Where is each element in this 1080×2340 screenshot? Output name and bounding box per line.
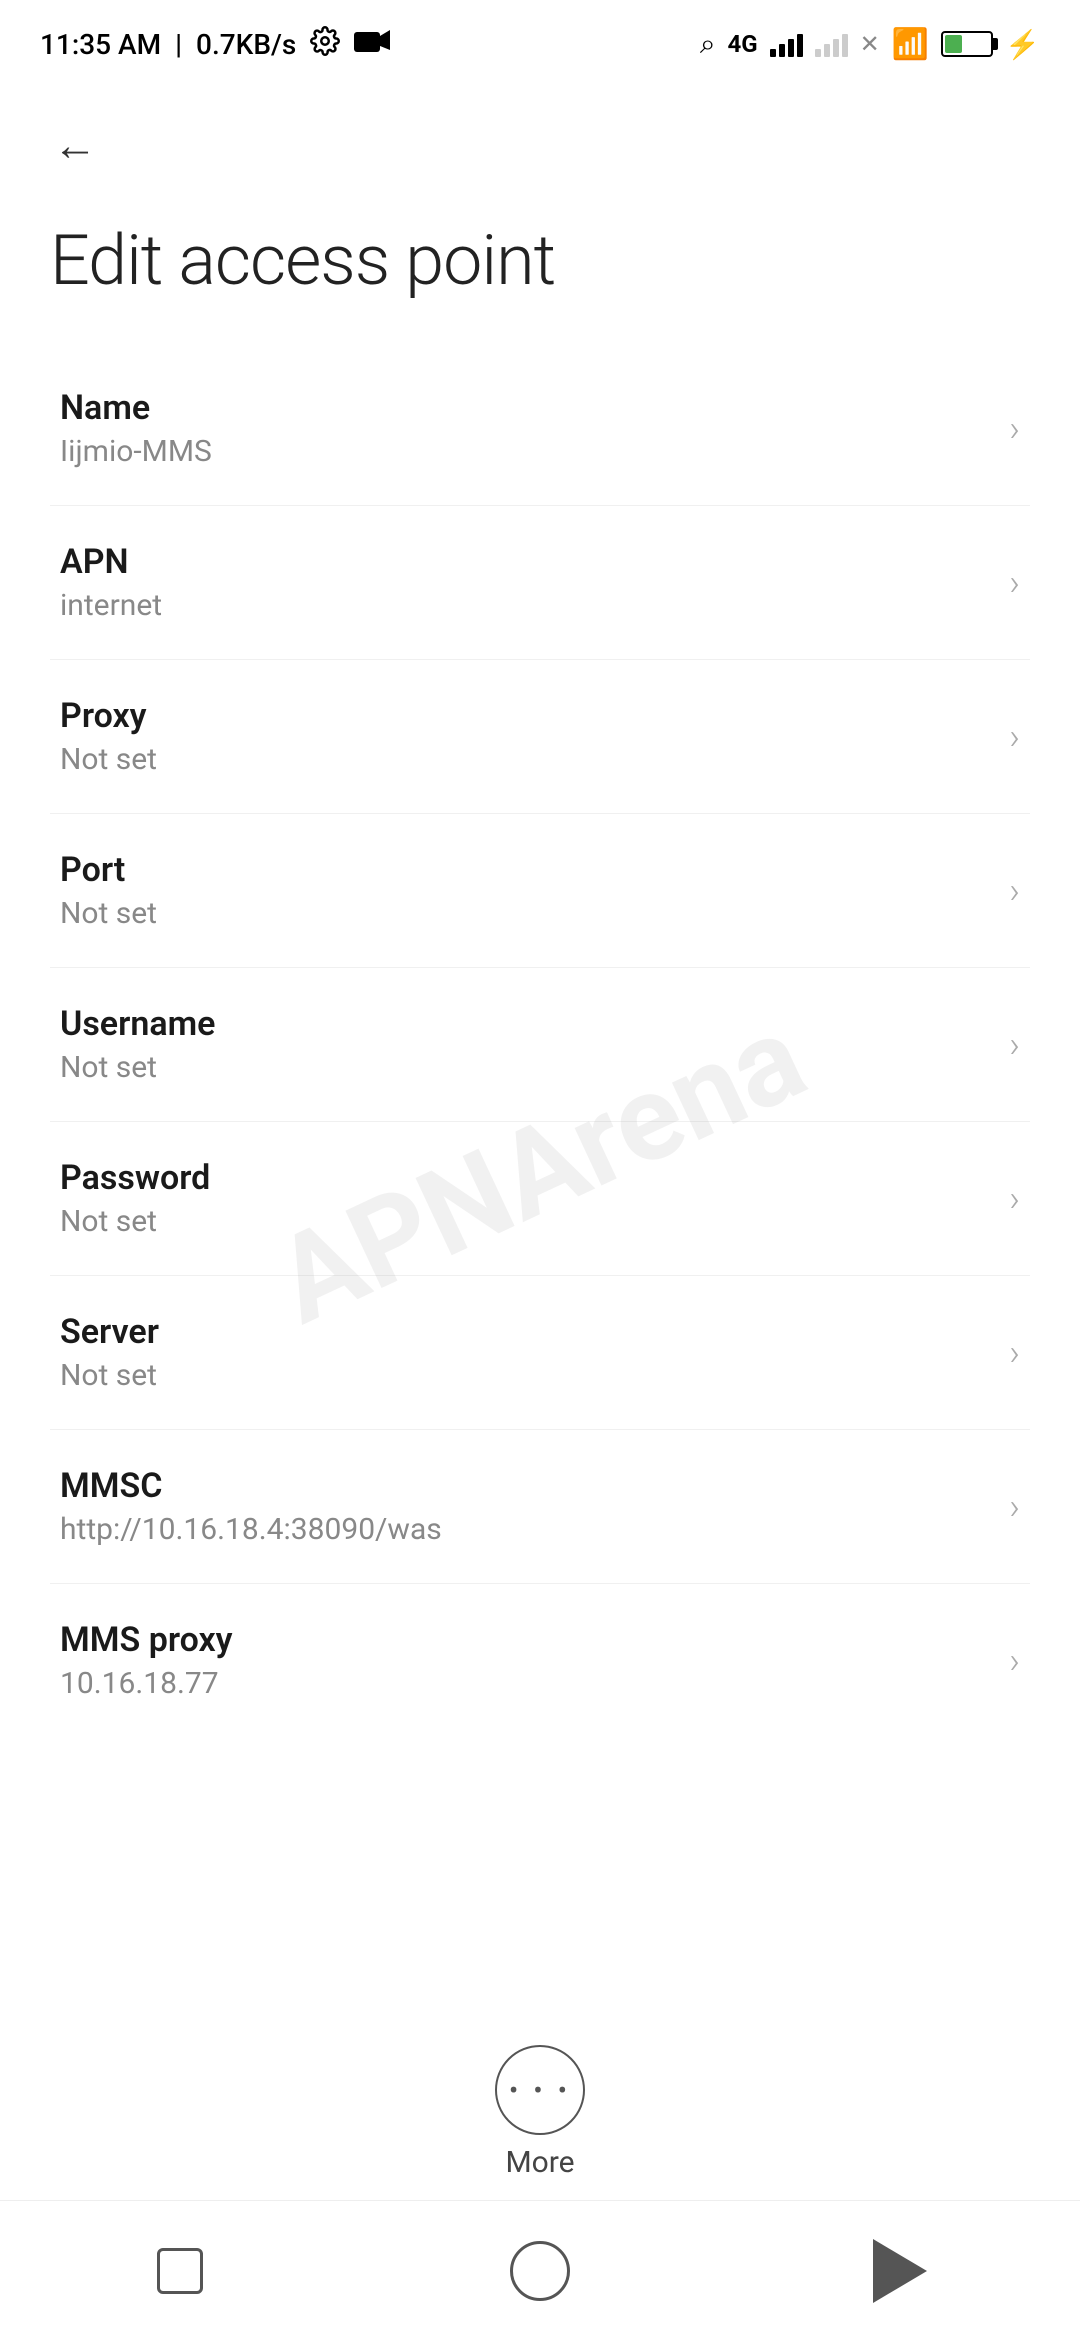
settings-item-label-8: MMS proxy xyxy=(60,1620,989,1660)
bluetooth-icon: ⌕ xyxy=(700,27,716,61)
nav-recents-icon xyxy=(157,2248,203,2294)
status-bar: 11:35 AM | 0.7KB/s ⌕ 4G xyxy=(0,0,1080,80)
settings-item-value-5: Not set xyxy=(60,1204,989,1239)
camera-icon xyxy=(354,28,390,61)
back-area: ← xyxy=(0,80,1080,200)
settings-item-label-5: Password xyxy=(60,1158,989,1198)
settings-icon xyxy=(310,26,340,63)
settings-item-proxy[interactable]: Proxy Not set › xyxy=(50,660,1030,814)
nav-home-button[interactable] xyxy=(500,2231,580,2311)
settings-item-label-7: MMSC xyxy=(60,1466,989,1506)
separator: | xyxy=(175,28,182,61)
settings-item-value-7: http://10.16.18.4:38090/was xyxy=(60,1512,989,1547)
chevron-right-icon: › xyxy=(1009,1178,1020,1220)
settings-item-label-2: Proxy xyxy=(60,696,989,736)
chevron-right-icon: › xyxy=(1009,1640,1020,1682)
chevron-right-icon: › xyxy=(1009,1486,1020,1528)
network-speed: 0.7KB/s xyxy=(196,28,296,61)
chevron-right-icon: › xyxy=(1009,870,1020,912)
battery xyxy=(941,31,993,57)
signal-bars-2 xyxy=(815,31,848,57)
nav-back-button[interactable] xyxy=(860,2231,940,2311)
settings-item-label-0: Name xyxy=(60,388,989,428)
settings-item-name[interactable]: Name Iijmio-MMS › xyxy=(50,352,1030,506)
settings-item-value-2: Not set xyxy=(60,742,989,777)
nav-recents-button[interactable] xyxy=(140,2231,220,2311)
nav-back-icon xyxy=(873,2239,927,2303)
settings-item-content-7: MMSC http://10.16.18.4:38090/was xyxy=(60,1466,989,1547)
settings-item-value-6: Not set xyxy=(60,1358,989,1393)
more-dots-icon: • • • xyxy=(509,2074,571,2107)
chevron-right-icon: › xyxy=(1009,1332,1020,1374)
chevron-right-icon: › xyxy=(1009,408,1020,450)
time: 11:35 AM xyxy=(40,28,161,61)
no-signal-icon: ✕ xyxy=(860,30,880,58)
more-area: • • • More xyxy=(0,2045,1080,2180)
status-right: ⌕ 4G ✕ 📶 ⚡ xyxy=(700,27,1040,62)
settings-item-password[interactable]: Password Not set › xyxy=(50,1122,1030,1276)
settings-item-label-4: Username xyxy=(60,1004,989,1044)
signal-bars-1 xyxy=(770,31,803,57)
settings-item-content-2: Proxy Not set xyxy=(60,696,989,777)
settings-item-content-8: MMS proxy 10.16.18.77 xyxy=(60,1620,989,1701)
more-circle-icon: • • • xyxy=(495,2045,585,2135)
settings-item-port[interactable]: Port Not set › xyxy=(50,814,1030,968)
settings-item-content-5: Password Not set xyxy=(60,1158,989,1239)
settings-item-value-0: Iijmio-MMS xyxy=(60,434,989,469)
settings-item-content-0: Name Iijmio-MMS xyxy=(60,388,989,469)
page-title: Edit access point xyxy=(0,200,1080,352)
status-left: 11:35 AM | 0.7KB/s xyxy=(40,26,390,63)
nav-home-icon xyxy=(510,2241,570,2301)
wifi-icon: 📶 xyxy=(892,27,929,62)
charging-icon: ⚡ xyxy=(1005,28,1040,61)
settings-item-content-1: APN internet xyxy=(60,542,989,623)
back-button[interactable]: ← xyxy=(40,110,110,180)
settings-item-content-4: Username Not set xyxy=(60,1004,989,1085)
network-4g-icon: 4G xyxy=(728,30,758,58)
settings-item-server[interactable]: Server Not set › xyxy=(50,1276,1030,1430)
settings-item-apn[interactable]: APN internet › xyxy=(50,506,1030,660)
settings-list: Name Iijmio-MMS › APN internet › Proxy Not set ›… xyxy=(0,352,1080,1737)
chevron-right-icon: › xyxy=(1009,1024,1020,1066)
settings-item-mms-proxy[interactable]: MMS proxy 10.16.18.77 › xyxy=(50,1584,1030,1737)
settings-item-value-4: Not set xyxy=(60,1050,989,1085)
settings-item-value-3: Not set xyxy=(60,896,989,931)
nav-bar xyxy=(0,2200,1080,2340)
chevron-right-icon: › xyxy=(1009,716,1020,758)
chevron-right-icon: › xyxy=(1009,562,1020,604)
settings-item-username[interactable]: Username Not set › xyxy=(50,968,1030,1122)
settings-item-content-6: Server Not set xyxy=(60,1312,989,1393)
back-arrow-icon: ← xyxy=(53,119,97,171)
settings-item-value-1: internet xyxy=(60,588,989,623)
more-label: More xyxy=(505,2145,574,2180)
settings-item-label-6: Server xyxy=(60,1312,989,1352)
settings-item-label-1: APN xyxy=(60,542,989,582)
settings-item-value-8: 10.16.18.77 xyxy=(60,1666,989,1701)
settings-item-mmsc[interactable]: MMSC http://10.16.18.4:38090/was › xyxy=(50,1430,1030,1584)
more-button[interactable]: • • • More xyxy=(495,2045,585,2180)
settings-item-label-3: Port xyxy=(60,850,989,890)
settings-item-content-3: Port Not set xyxy=(60,850,989,931)
